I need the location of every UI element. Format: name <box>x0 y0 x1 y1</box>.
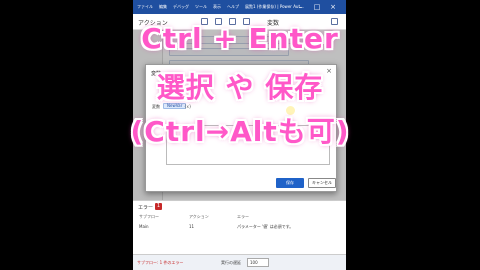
caption-line-3: (Ctrl→Altも可) <box>130 115 350 148</box>
window-controls: – □ × <box>296 2 344 12</box>
menu-help[interactable]: ヘルプ <box>227 4 239 10</box>
menu-bar: ファイル 編集 デバッグ ツール 表示 ヘルプ 展覧1 (作業保存) | Pow… <box>133 0 346 14</box>
error-subflow: Main <box>139 224 149 229</box>
menu-edit[interactable]: 編集 <box>159 4 167 10</box>
caption-line-2: 選択 や 保存 <box>156 71 324 104</box>
caption-line-1: Ctrl + Enter <box>141 22 339 55</box>
minimize-icon[interactable]: – <box>296 2 306 12</box>
status-bar: サブフロー: 1 件のエラー 実行の遅延 100 <box>133 254 346 270</box>
save-button[interactable]: 保存 <box>276 178 304 188</box>
status-errors[interactable]: サブフロー: 1 件のエラー <box>137 260 183 266</box>
error-panel: エラー 1 サブフロー アクション エラー Main 11 パラメーター '値'… <box>133 200 346 254</box>
cancel-button[interactable]: キャンセル <box>308 178 336 188</box>
close-icon[interactable]: × <box>328 2 338 12</box>
menu-debug[interactable]: デバッグ <box>173 4 189 10</box>
menu-tools[interactable]: ツール <box>195 4 207 10</box>
column-subflow: サブフロー <box>139 214 159 219</box>
column-error: エラー <box>237 214 249 219</box>
maximize-icon[interactable]: □ <box>312 2 322 12</box>
error-count-badge: 1 <box>155 203 162 210</box>
column-action: アクション <box>189 214 209 219</box>
menu-view[interactable]: 表示 <box>213 4 221 10</box>
error-action: 11 <box>189 224 195 229</box>
error-message: パラメーター '値' は必須です。 <box>237 224 294 229</box>
menu-file[interactable]: ファイル <box>137 4 153 10</box>
error-title: エラー <box>138 205 154 211</box>
delay-label: 実行の遅延 <box>221 260 241 265</box>
delay-input[interactable]: 100 <box>247 258 269 267</box>
